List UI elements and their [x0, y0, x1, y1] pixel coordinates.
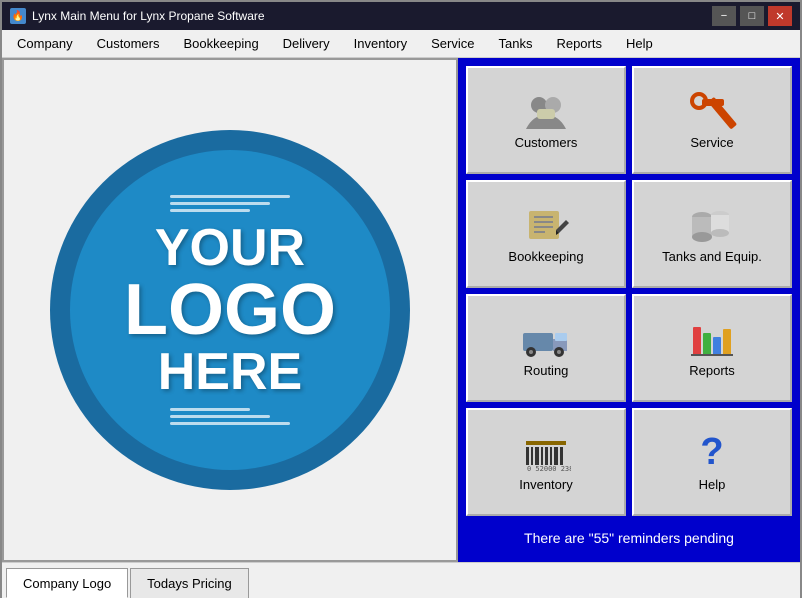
logo-here-text: HERE	[124, 346, 336, 398]
bottom-tabs: Company LogoTodays Pricing	[2, 562, 800, 598]
menu-company[interactable]: Company	[6, 32, 84, 55]
tab-todays-pricing[interactable]: Todays Pricing	[130, 568, 249, 598]
menu-inventory[interactable]: Inventory	[343, 32, 418, 55]
menu-service[interactable]: Service	[420, 32, 485, 55]
routing-icon	[521, 319, 571, 359]
menu-delivery[interactable]: Delivery	[272, 32, 341, 55]
service-label: Service	[690, 135, 733, 150]
close-button[interactable]: ✕	[768, 6, 792, 26]
tanks-label: Tanks and Equip.	[662, 249, 762, 264]
right-panel: Customers Service	[458, 58, 800, 562]
logo-lines-bottom	[170, 408, 290, 425]
routing-label: Routing	[524, 363, 569, 378]
logo-logo-text: LOGO	[124, 274, 336, 346]
logo-line-2	[170, 202, 270, 205]
reports-label: Reports	[689, 363, 735, 378]
logo-outer-circle: YOUR LOGO HERE	[50, 130, 410, 490]
logo-line-4	[170, 408, 250, 411]
bookkeeping-button[interactable]: Bookkeeping	[466, 180, 626, 288]
tanks-button[interactable]: Tanks and Equip.	[632, 180, 792, 288]
reports-button[interactable]: Reports	[632, 294, 792, 402]
tanks-icon	[687, 205, 737, 245]
logo-line-1	[170, 195, 290, 198]
window-title: Lynx Main Menu for Lynx Propane Software	[32, 9, 265, 23]
routing-button[interactable]: Routing	[466, 294, 626, 402]
reminders-text: There are "55" reminders pending	[466, 522, 792, 554]
main-content: YOUR LOGO HERE	[2, 58, 800, 562]
logo-panel: YOUR LOGO HERE	[2, 58, 458, 562]
menu-reports[interactable]: Reports	[545, 32, 613, 55]
logo-text: YOUR LOGO HERE	[124, 222, 336, 398]
service-button[interactable]: Service	[632, 66, 792, 174]
maximize-button[interactable]: □	[740, 6, 764, 26]
minimize-button[interactable]: −	[712, 6, 736, 26]
customers-button[interactable]: Customers	[466, 66, 626, 174]
app-icon: 🔥	[10, 8, 26, 24]
window-controls: − □ ✕	[712, 6, 792, 26]
tab-company-logo[interactable]: Company Logo	[6, 568, 128, 598]
logo-line-6	[170, 422, 290, 425]
help-icon: ?	[687, 433, 737, 473]
button-grid: Customers Service	[466, 66, 792, 516]
logo-line-3	[170, 209, 250, 212]
bookkeeping-icon	[521, 205, 571, 245]
inventory-button[interactable]: 0 52000 23876 Inventory	[466, 408, 626, 516]
title-bar: 🔥 Lynx Main Menu for Lynx Propane Softwa…	[2, 2, 800, 30]
service-icon	[687, 91, 737, 131]
menu-tanks[interactable]: Tanks	[487, 32, 543, 55]
logo-inner-circle: YOUR LOGO HERE	[70, 150, 390, 470]
inventory-icon: 0 52000 23876	[521, 433, 571, 473]
menu-customers[interactable]: Customers	[86, 32, 171, 55]
customers-icon	[521, 91, 571, 131]
bookkeeping-label: Bookkeeping	[508, 249, 583, 264]
logo-lines-top	[170, 195, 290, 212]
menu-bar: CompanyCustomersBookkeepingDeliveryInven…	[2, 30, 800, 58]
help-button[interactable]: ? Help	[632, 408, 792, 516]
logo-line-5	[170, 415, 270, 418]
menu-bookkeeping[interactable]: Bookkeeping	[173, 32, 270, 55]
inventory-label: Inventory	[519, 477, 572, 492]
help-label: Help	[699, 477, 726, 492]
customers-label: Customers	[515, 135, 578, 150]
reports-icon	[687, 319, 737, 359]
svg-text:0 52000 23876: 0 52000 23876	[527, 465, 571, 473]
menu-help[interactable]: Help	[615, 32, 664, 55]
logo-your-text: YOUR	[124, 222, 336, 274]
